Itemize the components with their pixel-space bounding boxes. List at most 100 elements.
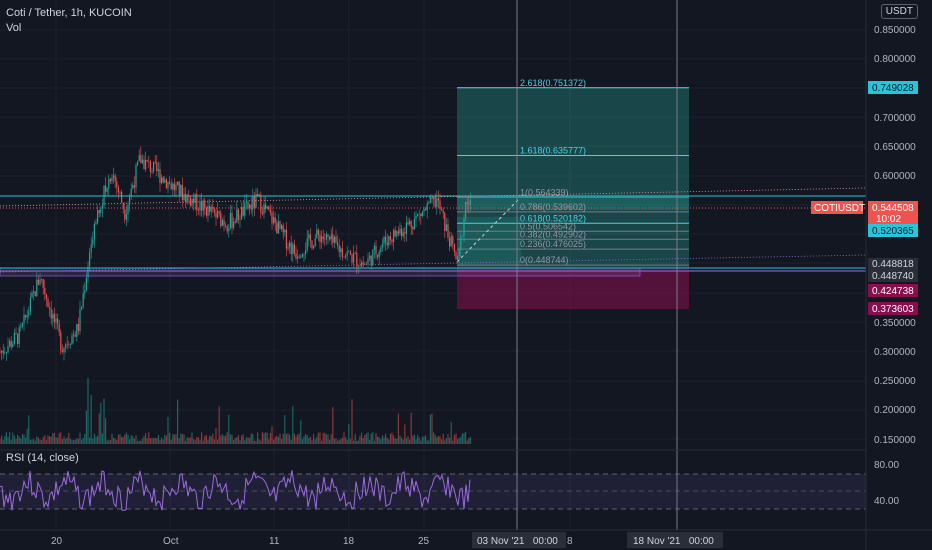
volume-bar [45, 440, 47, 444]
volume-bar [359, 435, 361, 444]
candle-body [61, 350, 63, 353]
candle-body [66, 344, 68, 345]
candle-body [58, 324, 60, 333]
badge-symbol: COTIUSDT [814, 203, 865, 214]
candle-body [468, 203, 470, 206]
candle-body [244, 202, 246, 216]
volume-bar [445, 438, 447, 444]
candle-body [356, 253, 358, 267]
time-axis[interactable]: 20 Oct 11 18 25 8 03 Nov '21 00:00 18 No… [51, 532, 723, 548]
volume-bar [101, 433, 103, 444]
candle-body [281, 225, 283, 229]
candle-body [357, 266, 359, 267]
volume-bar [250, 433, 252, 444]
volume-bar [450, 421, 452, 444]
volume-bar [397, 413, 399, 444]
candle-body [444, 213, 446, 232]
volume-bar [271, 426, 273, 444]
volume-bar [140, 440, 142, 444]
volume-bar [194, 440, 196, 444]
volume-bar [447, 433, 449, 444]
candle-body [119, 191, 121, 193]
volume-bar [141, 438, 143, 444]
candle-body [236, 209, 238, 223]
candle-body [113, 175, 115, 178]
candle-body [12, 343, 14, 348]
volume-bar [436, 437, 438, 444]
candle-body [186, 194, 188, 203]
volume-bar [455, 433, 457, 444]
chart-canvas[interactable]: 2.618(0.751372)1.618(0.635777)1(0.564339… [0, 0, 932, 550]
volume-bar [162, 439, 164, 444]
candle-body [351, 254, 353, 263]
candle-body [137, 161, 139, 166]
time-label: 18 [343, 536, 355, 547]
volume-bar [236, 437, 238, 444]
currency-button[interactable]: USDT [880, 4, 918, 19]
volume-bar [231, 434, 233, 444]
symbol-title[interactable]: Coti / Tether, 1h, KUCOIN [6, 6, 132, 21]
badge-countdown: 10:02 [876, 214, 901, 225]
candle-body [437, 198, 439, 201]
candle-body [298, 256, 300, 258]
volume-bar [10, 439, 12, 444]
volume-bar [439, 436, 441, 444]
candle-body [225, 225, 227, 227]
candle-body [141, 159, 143, 164]
fib-shade-b [457, 217, 521, 265]
volume-bar [340, 439, 342, 444]
candle-body [369, 255, 371, 259]
volume-bar [369, 439, 371, 444]
volume-bar [201, 432, 203, 444]
volume-bar [324, 432, 326, 444]
candle-body [1, 350, 3, 353]
volume-bar [460, 436, 462, 444]
price-tick: 0.700000 [874, 113, 916, 124]
volume-bar [121, 436, 123, 444]
volume-bar [268, 439, 270, 444]
candle-body [327, 234, 329, 237]
candle-body [229, 213, 231, 229]
candle-body [402, 232, 404, 237]
candle-body [111, 177, 113, 182]
candle-body [297, 256, 299, 259]
volume-bar [453, 434, 455, 444]
volume-bar [383, 437, 385, 444]
volume-bar [185, 440, 187, 444]
candle-body [410, 221, 412, 228]
candle-body [463, 218, 465, 237]
candle-body [258, 194, 260, 196]
volume-bar [49, 436, 51, 444]
candle-body [420, 213, 422, 216]
candle-body [0, 352, 1, 353]
price-tick: 0.600000 [874, 171, 916, 182]
volume-bar [319, 432, 321, 444]
candle-body [253, 196, 255, 208]
volume-bar [137, 440, 139, 444]
volume-bar [157, 434, 159, 444]
candle-body [33, 291, 35, 293]
volume-bar [421, 436, 423, 444]
volume-bar [228, 414, 230, 444]
rsi-label[interactable]: RSI (14, close) [6, 452, 79, 464]
purple-box[interactable] [0, 267, 641, 277]
volume-bar [389, 433, 391, 444]
volume-bar [92, 438, 94, 444]
candle-body [2, 350, 4, 354]
candle-body [76, 324, 78, 337]
volume-bar [23, 434, 25, 444]
volume-label[interactable]: Vol [6, 21, 132, 36]
candle-body [81, 306, 83, 309]
candle-body [146, 159, 148, 161]
volume-bar [74, 439, 76, 444]
volume-bar [97, 435, 99, 444]
candle-body [193, 198, 195, 203]
candle-body [82, 293, 84, 307]
candles [0, 146, 471, 361]
volume-bar [458, 437, 460, 444]
time-label: 25 [418, 536, 430, 547]
volume-bar [202, 440, 204, 444]
candle-body [196, 194, 198, 211]
volume-bar [13, 435, 15, 444]
volume-bar [213, 439, 215, 444]
